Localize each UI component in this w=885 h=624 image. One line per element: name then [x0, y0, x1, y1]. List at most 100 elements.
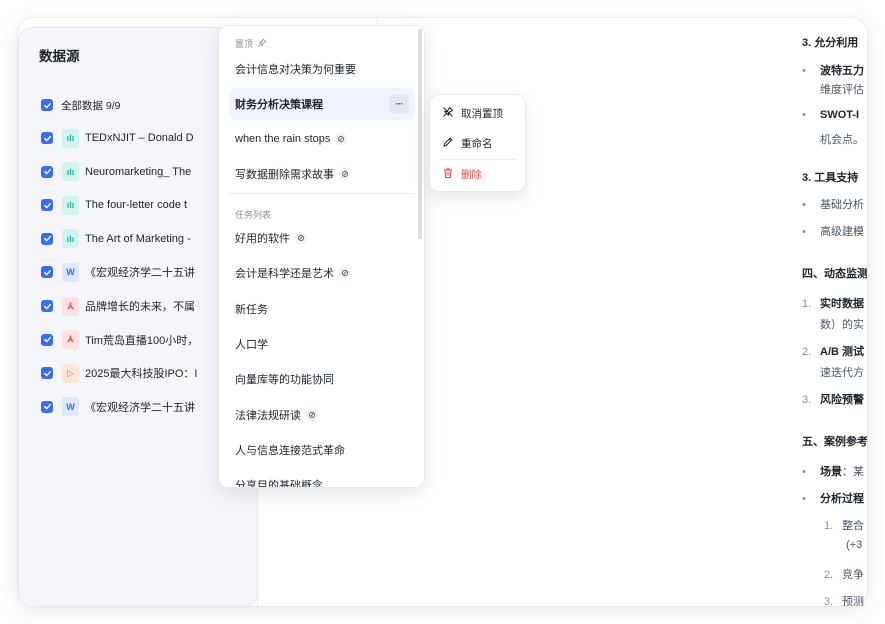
checkbox[interactable] — [41, 333, 53, 346]
doc-text: (+3 — [846, 539, 863, 551]
unpin-icon — [442, 106, 454, 121]
shared-link-icon — [335, 133, 348, 145]
checkbox[interactable] — [41, 367, 53, 380]
checkbox[interactable] — [41, 199, 53, 212]
unpin-option[interactable]: 取消置顶 — [442, 104, 503, 122]
doc-heading: 四、动态监测 — [802, 268, 867, 280]
source-item-label: TEDxNJIT – Donald D — [85, 132, 194, 144]
audio-file-icon: ıIı — [62, 162, 79, 182]
pdf-file-icon: ⅄ — [62, 330, 79, 350]
task-item-label: 好用的软件 — [235, 233, 290, 245]
ctx-divider — [440, 159, 517, 160]
doc-text: 数）的实 — [820, 319, 864, 331]
menu-divider — [229, 193, 415, 194]
doc-text: 分析过程 — [820, 493, 864, 505]
task-item-label: 人口学 — [235, 338, 268, 351]
task-item[interactable]: 会计是科学还是艺术 — [235, 263, 415, 283]
source-item-label: Neuromarketing_ The — [85, 165, 192, 178]
checkbox[interactable] — [41, 400, 53, 413]
task-item-label: 财务分析决策课程 — [235, 99, 323, 111]
more-options-button[interactable]: ··· — [389, 94, 409, 114]
doc-text: 基础分析 — [820, 199, 864, 211]
task-item[interactable]: 向量库等的功能协同 — [235, 369, 415, 389]
sources-title: 数据源 — [39, 49, 80, 64]
doc-text: 高级建模 — [820, 226, 864, 238]
rename-option[interactable]: 重命名 — [442, 134, 493, 152]
tasks-header-label: 任务列表 — [235, 210, 272, 220]
source-item-label: The Art of Marketing - — [85, 232, 191, 245]
task-item-label: 法律法规研读 — [235, 409, 301, 422]
source-item-label: The four-letter code t — [85, 199, 188, 212]
source-item-label: 《宏观经济学二十五讲 — [85, 401, 195, 414]
checkbox[interactable] — [41, 99, 53, 111]
checkbox[interactable] — [41, 266, 53, 279]
task-item-label: 向量库等的功能协同 — [235, 374, 334, 387]
task-item[interactable]: 好用的软件 — [235, 228, 415, 248]
task-item-label: 写数据删除需求故事 — [235, 169, 334, 181]
task-item-label: 分享目的基础概念 — [235, 480, 323, 488]
tasks-section-header: 任务列表 — [235, 208, 271, 221]
audio-file-icon: ıIı — [62, 195, 79, 215]
doc-text: A/B 测试 — [820, 346, 864, 358]
doc-text: 预测 — [842, 596, 864, 606]
rename-label: 重命名 — [461, 137, 493, 150]
unpin-label: 取消置顶 — [461, 107, 503, 120]
delete-label: 删除 — [461, 168, 482, 181]
task-item[interactable]: 会计信息对决策为何重要 — [235, 59, 415, 79]
word-file-icon: W — [62, 397, 79, 417]
pinned-header-label: 置顶 — [235, 39, 254, 49]
scrollbar[interactable] — [418, 29, 422, 239]
pdf-file-icon: ⅄ — [62, 296, 79, 316]
doc-text: 波特五力 — [820, 65, 864, 77]
task-item-active[interactable]: 财务分析决策课程 ··· — [229, 88, 415, 120]
task-item-label: 新任务 — [235, 303, 268, 316]
doc-text: 实时数据 — [820, 298, 864, 310]
doc-text: 机会点。 — [820, 134, 864, 146]
shared-link-icon — [339, 168, 351, 180]
doc-text: 维度评估 — [820, 84, 864, 96]
doc-heading: 3. 工具支持 — [802, 172, 859, 184]
doc-text: SWOT-I — [820, 109, 860, 121]
audio-file-icon: ıIı — [62, 229, 79, 249]
source-item-label: 2025最大科技股IPO：I — [85, 368, 198, 381]
task-item[interactable]: 写数据删除需求故事 — [235, 164, 415, 184]
doc-text: 竞争 — [842, 569, 864, 581]
doc-heading: 五、案例参考 — [802, 436, 867, 448]
shared-link-icon — [295, 232, 307, 244]
checkbox[interactable] — [41, 165, 53, 178]
pencil-icon — [442, 136, 454, 151]
task-item-label: 人与信息连接范式革命 — [235, 444, 345, 457]
shared-link-icon — [306, 408, 318, 421]
shared-link-icon — [339, 267, 351, 280]
doc-text: ：某 — [842, 466, 864, 478]
trash-icon — [442, 167, 454, 182]
audio-file-icon: ıIı — [62, 128, 79, 148]
checkbox[interactable] — [41, 132, 53, 144]
source-item-label: Tim荒岛直播100小时， — [85, 334, 199, 347]
task-dropdown-menu: 置顶 会计信息对决策为何重要 财务分析决策课程 ··· when the rain s… — [218, 25, 425, 488]
task-item[interactable]: 人与信息连接范式革命 — [235, 440, 415, 460]
delete-option[interactable]: 删除 — [442, 165, 482, 183]
select-all-label: 全部数据 9/9 — [61, 99, 121, 112]
doc-text: 速迭代方 — [820, 367, 864, 379]
doc-text: 场景 — [820, 466, 842, 478]
doc-text: 整合 — [842, 520, 864, 532]
checkbox[interactable] — [41, 232, 53, 245]
task-item[interactable]: when the rain stops — [235, 129, 415, 149]
doc-text: 风险预警 — [820, 394, 864, 406]
task-item-label: 会计信息对决策为何重要 — [235, 64, 356, 76]
task-item[interactable]: 法律法规研读 — [235, 405, 415, 425]
pinned-section-header: 置顶 — [235, 37, 267, 50]
header-divider — [222, 18, 378, 24]
task-item-label: when the rain stops — [235, 133, 331, 145]
checkbox[interactable] — [41, 300, 53, 312]
item-context-menu: 取消置顶 重命名 删除 — [429, 94, 526, 192]
document-view: 3. 允分利用 • 波特五力 维度评估 • SWOT-I 机会点。 3. 工具支持 … — [802, 18, 867, 606]
pin-icon — [257, 38, 267, 50]
word-file-icon: W — [62, 262, 79, 282]
source-item-label: 品牌增长的未来，不属 — [85, 301, 195, 313]
task-item[interactable]: 新任务 — [235, 299, 415, 319]
task-item[interactable]: 分享目的基础概念 — [235, 475, 415, 488]
task-item-label: 会计是科学还是艺术 — [235, 268, 334, 281]
task-item[interactable]: 人口学 — [235, 334, 415, 354]
